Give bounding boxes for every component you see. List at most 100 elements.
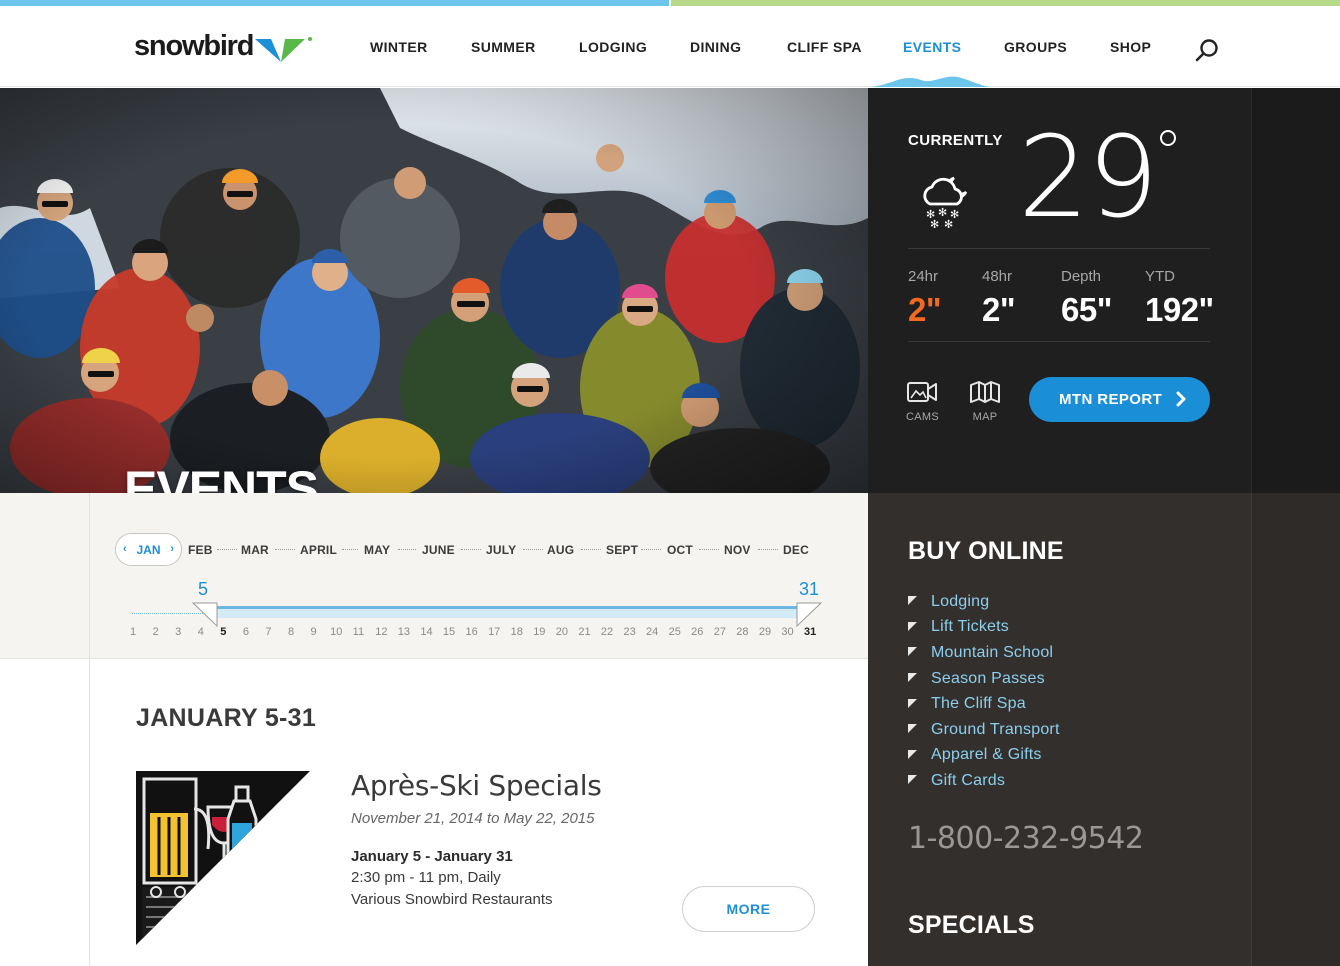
stat-ytd: YTD 192": [1145, 268, 1214, 328]
month-separator: [699, 549, 719, 550]
range-end-label: 31: [799, 579, 820, 599]
day-30[interactable]: 30: [781, 626, 793, 638]
day-1[interactable]: 1: [130, 626, 136, 638]
triangle-bullet-icon: [908, 647, 917, 657]
event-title[interactable]: Après-Ski Specials: [351, 769, 602, 802]
day-19[interactable]: 19: [533, 626, 545, 638]
range-end-handle[interactable]: [795, 602, 823, 628]
day-24[interactable]: 24: [646, 626, 658, 638]
month-separator: [523, 549, 543, 550]
day-31[interactable]: 31: [804, 626, 816, 638]
month-feb[interactable]: FEB: [188, 543, 213, 557]
day-2[interactable]: 2: [153, 626, 159, 638]
sidebar-edge: [1251, 493, 1340, 966]
day-10[interactable]: 10: [330, 626, 342, 638]
nav-lodging[interactable]: LODGING: [579, 39, 647, 55]
day-29[interactable]: 29: [759, 626, 771, 638]
hero-image: EVENTS: [0, 88, 868, 493]
month-july[interactable]: JULY: [486, 543, 516, 557]
chevron-right-icon: [1176, 391, 1186, 407]
more-button[interactable]: MORE: [682, 886, 815, 932]
month-separator: [217, 549, 237, 550]
day-17[interactable]: 17: [488, 626, 500, 638]
sidebar-link-lift-tickets[interactable]: Lift Tickets: [908, 615, 1060, 641]
month-mar[interactable]: MAR: [241, 543, 269, 557]
map-icon: [970, 381, 1000, 403]
month-may[interactable]: MAY: [364, 543, 390, 557]
month-jan-selected[interactable]: ‹ JAN ›: [115, 533, 182, 566]
day-22[interactable]: 22: [601, 626, 613, 638]
month-separator: [581, 549, 601, 550]
divider: [908, 248, 1210, 249]
search-icon[interactable]: [1194, 37, 1220, 63]
day-26[interactable]: 26: [691, 626, 703, 638]
sidebar-link-cliff-spa[interactable]: The Cliff Spa: [908, 691, 1060, 717]
snow-cloud-moon-icon: ✻ ✻ ✻ ✻ ✻: [923, 176, 968, 231]
nav-groups[interactable]: GROUPS: [1004, 39, 1067, 55]
day-12[interactable]: 12: [375, 626, 387, 638]
day-28[interactable]: 28: [736, 626, 748, 638]
day-11[interactable]: 11: [353, 626, 364, 638]
month-dec[interactable]: DEC: [783, 543, 809, 557]
day-20[interactable]: 20: [556, 626, 568, 638]
mtn-report-button[interactable]: MTN REPORT: [1029, 377, 1210, 422]
day-4[interactable]: 4: [198, 626, 204, 638]
month-separator: [758, 549, 778, 550]
month-aug[interactable]: AUG: [547, 543, 574, 557]
map-button[interactable]: MAP: [969, 380, 1001, 423]
sidebar-link-lodging[interactable]: Lodging: [908, 589, 1060, 615]
month-separator: [342, 549, 358, 550]
day-6[interactable]: 6: [243, 626, 249, 638]
month-sept[interactable]: SEPT: [606, 543, 638, 557]
month-april[interactable]: APRIL: [300, 543, 337, 557]
day-21[interactable]: 21: [578, 626, 590, 638]
nav-events[interactable]: EVENTS: [903, 39, 961, 55]
month-separator: [398, 549, 416, 550]
month-june[interactable]: JUNE: [422, 543, 455, 557]
phone-number[interactable]: 1-800-232-9542: [908, 821, 1144, 856]
range-start-handle[interactable]: [191, 602, 219, 628]
day-7[interactable]: 7: [265, 626, 271, 638]
bird-logo-icon: [255, 37, 313, 62]
sidebar-link-season-passes[interactable]: Season Passes: [908, 666, 1060, 692]
buy-online-links: Lodging Lift Tickets Mountain School Sea…: [908, 589, 1060, 794]
day-9[interactable]: 9: [311, 626, 317, 638]
nav-shop[interactable]: SHOP: [1110, 39, 1151, 55]
stat-depth: Depth 65": [1061, 268, 1112, 328]
day-25[interactable]: 25: [669, 626, 681, 638]
sidebar-link-ground-transport[interactable]: Ground Transport: [908, 717, 1060, 743]
weather-panel-edge: [1251, 88, 1340, 493]
nav-cliff-spa[interactable]: CLIFF SPA: [787, 39, 862, 55]
day-16[interactable]: 16: [466, 626, 478, 638]
day-27[interactable]: 27: [714, 626, 726, 638]
crowd-photo: [0, 88, 868, 493]
triangle-bullet-icon: [908, 698, 917, 708]
day-8[interactable]: 8: [288, 626, 294, 638]
day-23[interactable]: 23: [623, 626, 635, 638]
day-15[interactable]: 15: [443, 626, 455, 638]
sidebar-link-mountain-school[interactable]: Mountain School: [908, 640, 1060, 666]
chevron-left-icon[interactable]: ‹: [123, 543, 127, 555]
day-14[interactable]: 14: [420, 626, 432, 638]
apres-ski-thumbnail[interactable]: [136, 771, 310, 945]
day-18[interactable]: 18: [511, 626, 523, 638]
sidebar-link-gift-cards[interactable]: Gift Cards: [908, 768, 1060, 794]
month-oct[interactable]: OCT: [667, 543, 693, 557]
weather-panel: CURRENTLY ✻ ✻ ✻ ✻ ✻ 29 24hr 2" 48hr 2" Dept…: [868, 88, 1251, 493]
day-13[interactable]: 13: [398, 626, 410, 638]
chevron-right-icon[interactable]: ›: [170, 543, 174, 555]
nav-winter[interactable]: WINTER: [370, 39, 428, 55]
nav-dining[interactable]: DINING: [690, 39, 741, 55]
day-5[interactable]: 5: [220, 626, 226, 638]
day-3[interactable]: 3: [175, 626, 181, 638]
divider: [908, 341, 1210, 342]
nav-summer[interactable]: SUMMER: [471, 39, 536, 55]
cams-button[interactable]: CAMS: [906, 380, 939, 423]
sidebar: BUY ONLINE Lodging Lift Tickets Mountain…: [868, 493, 1251, 966]
events-list: JANUARY 5-31 Après-Ski Specials November…: [90, 659, 868, 966]
snowbird-logo[interactable]: snowbird: [134, 30, 313, 70]
sidebar-link-apparel-gifts[interactable]: Apparel & Gifts: [908, 743, 1060, 769]
month-nov[interactable]: NOV: [724, 543, 751, 557]
stat-48hr: 48hr 2": [982, 268, 1016, 328]
buy-online-heading: BUY ONLINE: [908, 537, 1064, 565]
